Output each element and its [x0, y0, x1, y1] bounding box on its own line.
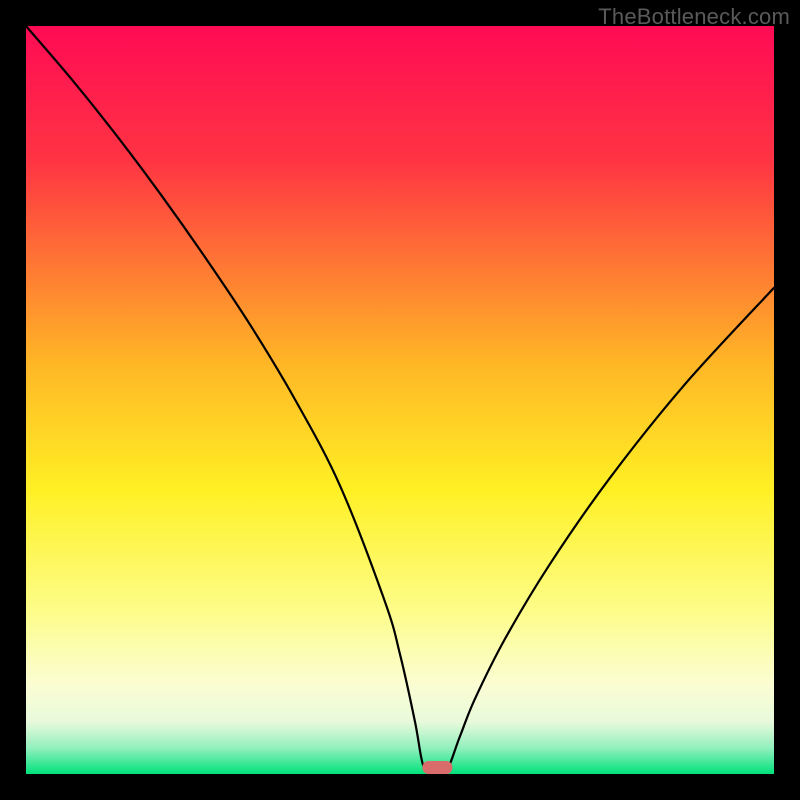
chart-plot-area	[26, 26, 774, 774]
chart-background	[26, 26, 774, 774]
chart-svg	[26, 26, 774, 774]
watermark-text: TheBottleneck.com	[598, 4, 790, 30]
chart-outer-frame: TheBottleneck.com	[0, 0, 800, 800]
optimal-marker	[422, 761, 452, 774]
